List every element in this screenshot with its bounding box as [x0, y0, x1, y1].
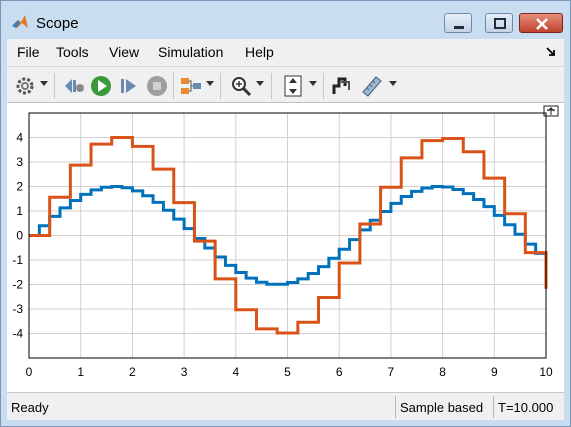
y-tick-label: 3: [16, 155, 23, 169]
step-back-button[interactable]: [62, 74, 86, 98]
separator: [173, 73, 174, 99]
minimize-icon: [454, 26, 464, 29]
stop-button[interactable]: [145, 74, 169, 98]
dock-arrow-icon[interactable]: [545, 46, 557, 58]
status-text: Ready: [11, 400, 49, 415]
separator: [271, 73, 272, 99]
minimize-button[interactable]: [444, 13, 472, 33]
run-button[interactable]: [89, 74, 113, 98]
fit-axes-icon: [284, 75, 302, 97]
style-button[interactable]: [331, 74, 355, 98]
maximize-icon: [494, 18, 506, 29]
x-tick-label: 6: [336, 365, 343, 379]
zoom-icon: [232, 77, 252, 97]
scope-plot: 0 1 2 3 4 5 6 7 8 9 10 -4 -3 -2 -1 0 1 2 3 4: [12, 105, 559, 380]
simulation-time: T=10.000: [493, 396, 564, 418]
x-tick-label: 4: [232, 365, 239, 379]
fit-axes-dropdown-icon[interactable]: [309, 81, 317, 87]
y-tick-label: 2: [16, 180, 23, 194]
separator: [54, 73, 55, 99]
signal-routing-button[interactable]: [179, 74, 203, 98]
y-tick-label: 1: [16, 204, 23, 218]
signal-routing-icon: [181, 78, 201, 94]
x-tick-label: 10: [539, 365, 553, 379]
stop-icon: [147, 76, 167, 96]
x-tick-label: 7: [388, 365, 395, 379]
fit-axes-button[interactable]: [281, 74, 305, 98]
x-tick-label: 1: [77, 365, 84, 379]
run-icon: [91, 76, 111, 96]
menu-file[interactable]: File: [17, 44, 40, 60]
style-icon: [332, 77, 350, 94]
axis-ticks: 0 1 2 3 4 5 6 7 8 9 10 -4 -3 -2 -1 0 1 2 3 4: [12, 131, 553, 380]
status-bar: Ready Sample based T=10.000: [7, 392, 564, 420]
maximize-button[interactable]: [485, 13, 513, 33]
sample-mode-indicator: Sample based: [395, 396, 493, 418]
window-title: Scope: [36, 15, 79, 32]
settings-dropdown-icon[interactable]: [40, 81, 48, 87]
y-tick-label: -2: [12, 278, 23, 292]
menu-simulation[interactable]: Simulation: [158, 44, 223, 60]
close-button[interactable]: [519, 13, 563, 33]
menu-bar: File Tools View Simulation Help: [7, 39, 564, 65]
menu-tools[interactable]: Tools: [56, 44, 89, 60]
measure-dropdown-icon[interactable]: [389, 81, 397, 87]
step-forward-button[interactable]: [117, 74, 141, 98]
plot-grid: [28, 113, 547, 358]
separator: [220, 73, 221, 99]
x-tick-label: 0: [26, 365, 33, 379]
zoom-dropdown-icon[interactable]: [256, 81, 264, 87]
y-tick-label: -1: [12, 253, 23, 267]
zoom-button[interactable]: [229, 74, 253, 98]
y-tick-label: -3: [12, 302, 23, 316]
scope-window: Scope File Tools View Simulation Help 0 …: [0, 0, 571, 427]
close-icon: [536, 18, 548, 30]
x-tick-label: 8: [439, 365, 446, 379]
measure-button[interactable]: [360, 74, 384, 98]
gear-icon: [16, 77, 34, 95]
y-tick-label: -4: [12, 327, 23, 341]
settings-button[interactable]: [13, 74, 37, 98]
x-tick-label: 2: [129, 365, 136, 379]
menu-help[interactable]: Help: [245, 44, 274, 60]
matlab-logo-icon: [12, 15, 28, 28]
menu-view[interactable]: View: [109, 44, 139, 60]
measure-icon: [362, 76, 382, 97]
x-tick-label: 9: [491, 365, 498, 379]
y-tick-label: 0: [16, 229, 23, 243]
step-forward-icon: [121, 79, 136, 93]
scope-display: 0 1 2 3 4 5 6 7 8 9 10 -4 -3 -2 -1 0 1 2 3 4: [7, 102, 564, 392]
separator: [323, 73, 324, 99]
x-tick-label: 5: [284, 365, 291, 379]
y-tick-label: 4: [16, 131, 23, 145]
signal-routing-dropdown-icon[interactable]: [206, 81, 214, 87]
toolbar: [7, 66, 564, 102]
x-tick-label: 3: [181, 365, 188, 379]
title-bar[interactable]: Scope: [1, 1, 570, 39]
step-back-icon: [65, 79, 84, 93]
client-area: File Tools View Simulation Help 0 1 2 3 …: [7, 39, 564, 420]
